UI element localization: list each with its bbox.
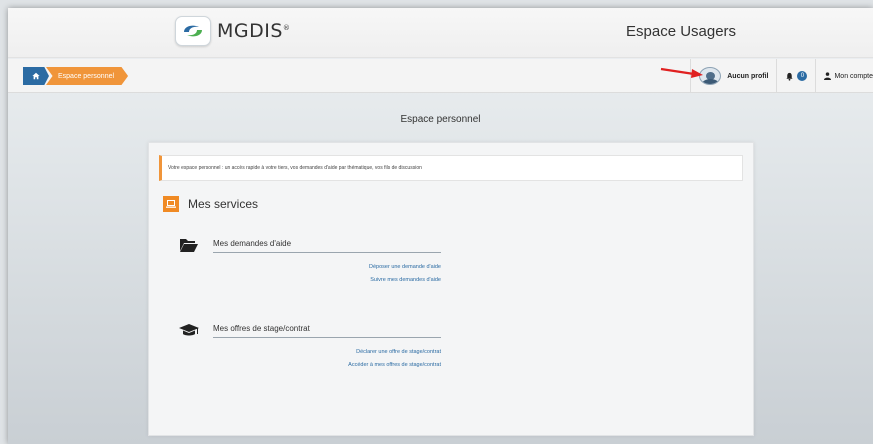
laptop-icon bbox=[163, 196, 179, 212]
page-title: Espace personnel bbox=[400, 114, 481, 125]
user-icon bbox=[824, 72, 832, 80]
profile-label: Aucun profil bbox=[727, 72, 769, 80]
header-bar: MGDIS® Espace Usagers bbox=[8, 8, 873, 58]
breadcrumb-current[interactable]: Espace personnel bbox=[46, 67, 129, 85]
links-list: Déposer une demande d'aide Suivre mes de… bbox=[179, 261, 441, 287]
folder-open-icon bbox=[180, 239, 198, 252]
nav-bar: Espace personnel Aucun profil 0 Mon comp… bbox=[8, 59, 873, 93]
block-demandes-aide: Mes demandes d'aide Déposer une demande … bbox=[179, 237, 441, 287]
services-header: Mes services bbox=[163, 196, 258, 212]
link-deposer-demande[interactable]: Déposer une demande d'aide bbox=[179, 261, 441, 274]
link-acceder-offres[interactable]: Accéder à mes offres de stage/contrat bbox=[179, 359, 441, 372]
content-panel: Votre espace personnel : un accès rapide… bbox=[148, 142, 754, 436]
link-suivre-demandes[interactable]: Suivre mes demandes d'aide bbox=[179, 274, 441, 287]
breadcrumb: Espace personnel bbox=[23, 67, 129, 85]
account-menu[interactable]: Mon compte bbox=[815, 59, 873, 93]
graduation-cap-icon bbox=[179, 324, 199, 336]
nav-right: Aucun profil 0 Mon compte bbox=[690, 59, 873, 93]
app-window: MGDIS® Espace Usagers Espace personnel A… bbox=[8, 8, 873, 444]
mgdis-logo[interactable]: MGDIS® bbox=[175, 14, 305, 48]
logo-text: MGDIS® bbox=[217, 20, 291, 42]
logo-mark-icon bbox=[175, 16, 211, 46]
home-icon bbox=[32, 72, 40, 80]
red-arrow-annotation bbox=[660, 67, 703, 78]
site-title: Espace Usagers bbox=[626, 23, 737, 40]
block-offres-stage: Mes offres de stage/contrat Déclarer une… bbox=[179, 322, 441, 372]
block-title: Mes demandes d'aide bbox=[213, 239, 441, 253]
breadcrumb-home[interactable] bbox=[23, 67, 49, 85]
account-label: Mon compte bbox=[834, 72, 873, 80]
notifications-button[interactable]: 0 bbox=[776, 59, 815, 93]
services-title: Mes services bbox=[188, 197, 259, 211]
bell-icon bbox=[786, 72, 794, 81]
links-list: Déclarer une offre de stage/contrat Accé… bbox=[179, 346, 441, 372]
link-declarer-offre[interactable]: Déclarer une offre de stage/contrat bbox=[179, 346, 441, 359]
block-title: Mes offres de stage/contrat bbox=[213, 324, 441, 338]
notification-count-badge: 0 bbox=[797, 71, 808, 81]
intro-text: Votre espace personnel : un accès rapide… bbox=[159, 155, 743, 181]
